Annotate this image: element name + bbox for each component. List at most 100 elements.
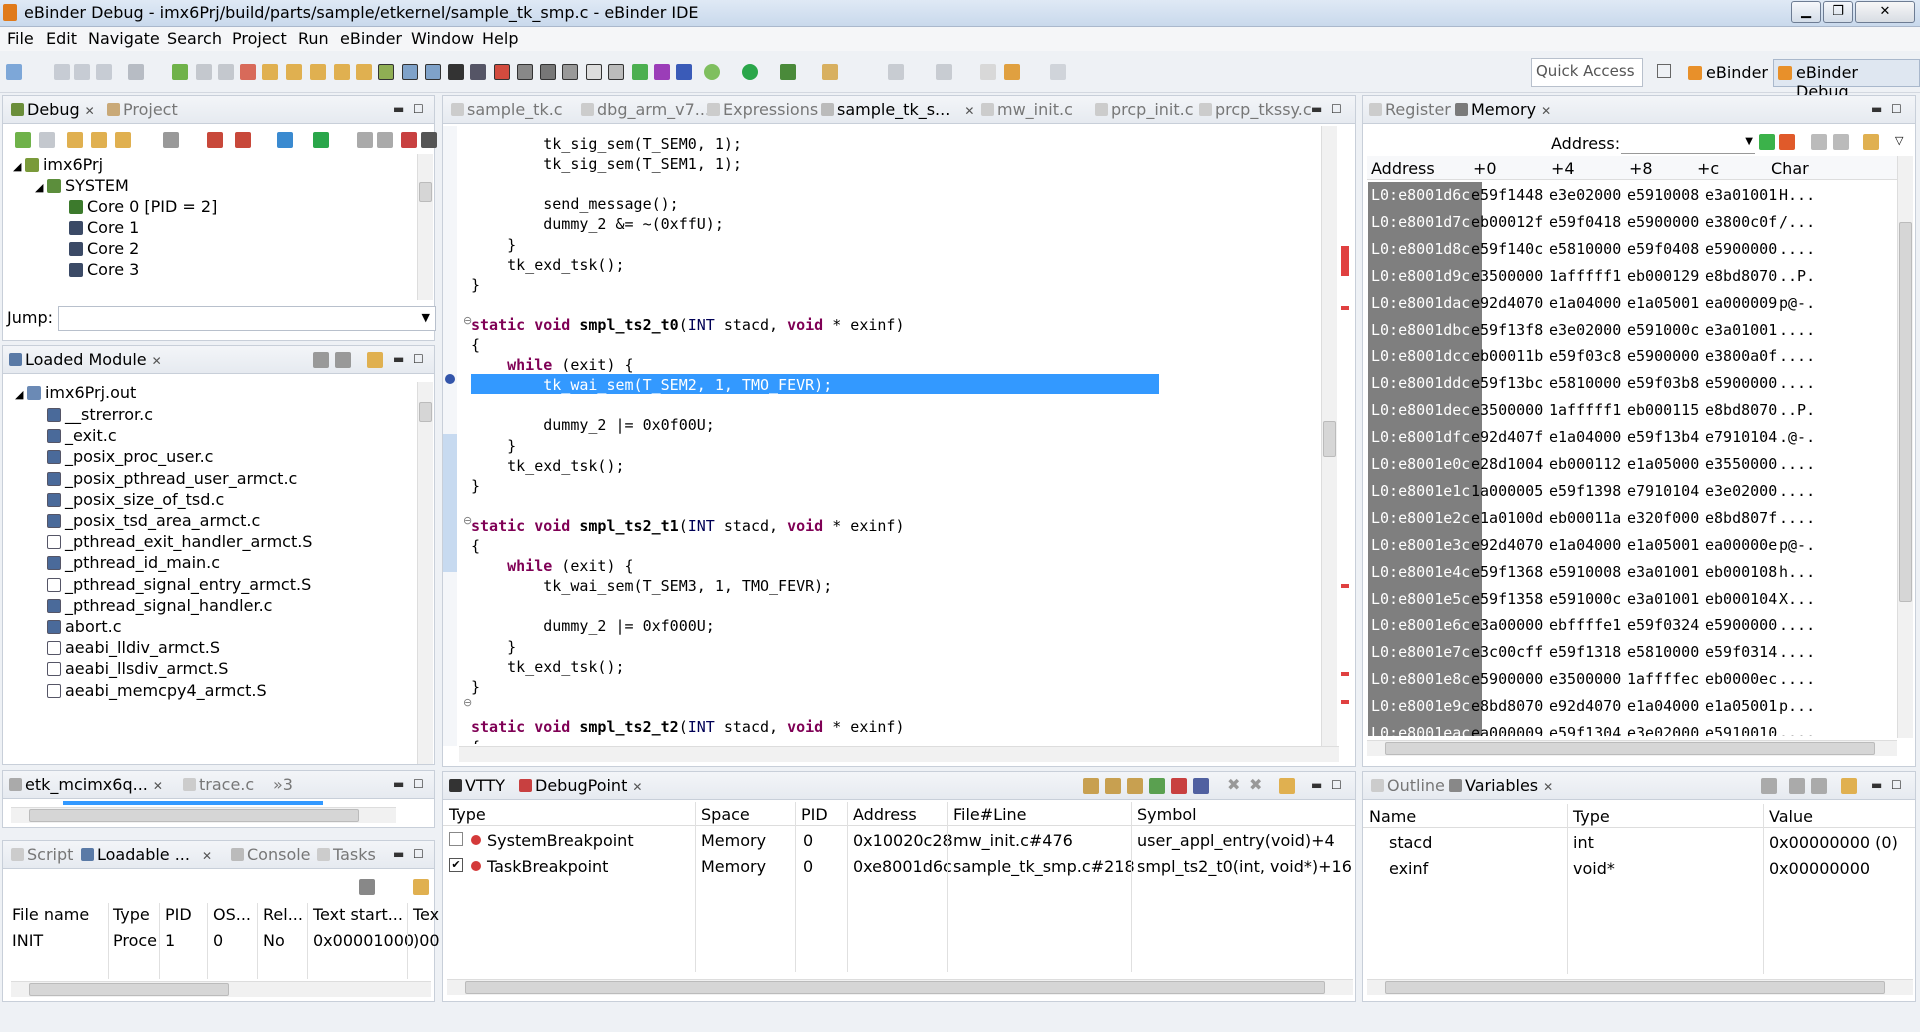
tab-expressions[interactable]: Expressions	[707, 100, 818, 119]
memory-value-cell[interactable]: H...	[1779, 186, 1815, 204]
tab-dbg-arm[interactable]: dbg_arm_v7...	[581, 100, 710, 119]
tab-loaded-module[interactable]: Loaded Module ✕	[9, 350, 162, 369]
menu-window[interactable]: Window	[411, 29, 474, 48]
memory-vscroll[interactable]	[1897, 156, 1913, 738]
tree-item-system[interactable]: ◢ SYSTEM	[35, 175, 129, 196]
memory-value-cell[interactable]: eb000115	[1627, 401, 1699, 419]
resume-icon[interactable]	[172, 64, 188, 80]
memory-value-cell[interactable]: e3c00cff	[1471, 643, 1543, 661]
debugpoint-hscroll[interactable]	[447, 979, 1353, 995]
col-char[interactable]: Char	[1771, 159, 1809, 178]
view-menu-icon[interactable]	[421, 132, 437, 148]
memory-value-cell[interactable]: e3e02000	[1549, 321, 1621, 339]
memory-value-cell[interactable]: ea000009	[1705, 294, 1777, 312]
next-annotation-icon[interactable]	[888, 64, 904, 80]
memory-value-cell[interactable]: ....	[1779, 240, 1815, 258]
memory-value-cell[interactable]: e7910104	[1627, 482, 1699, 500]
memory-value-cell[interactable]: e5900000	[1705, 616, 1777, 634]
memory-value-cell[interactable]: eb000112	[1549, 455, 1621, 473]
expression-view-icon[interactable]	[562, 64, 578, 80]
memory-value-cell[interactable]: e3e02000	[1705, 482, 1777, 500]
memory-value-cell[interactable]: 1afffff1	[1549, 401, 1621, 419]
col-type[interactable]: Type	[113, 905, 150, 924]
reset-icon[interactable]	[357, 132, 373, 148]
maximize-icon[interactable]: ☐	[413, 102, 424, 116]
col-plus0[interactable]: +0	[1473, 159, 1497, 178]
memory-value-cell[interactable]: e59f03c8	[1549, 347, 1621, 365]
maximize-icon[interactable]: ☐	[1331, 778, 1342, 792]
back-icon[interactable]	[1004, 64, 1020, 80]
menu-help[interactable]: Help	[482, 29, 518, 48]
suspend-icon[interactable]	[196, 64, 212, 80]
trace-view-icon[interactable]	[608, 64, 624, 80]
tree-item-source-file[interactable]: _pthread_signal_handler.c	[47, 595, 272, 616]
memory-value-cell[interactable]: p@-.	[1779, 536, 1815, 554]
connect-icon[interactable]	[277, 132, 293, 148]
loadable-hscroll[interactable]	[11, 981, 431, 997]
col-pid[interactable]: PID	[165, 905, 192, 924]
refresh-icon[interactable]	[1279, 778, 1295, 794]
editor-vscroll[interactable]	[1321, 126, 1337, 746]
memory-value-cell[interactable]: e92d4070	[1471, 536, 1543, 554]
tab-debug[interactable]: Debug ✕	[11, 100, 95, 119]
memory-value-cell[interactable]: e8bd8070	[1471, 697, 1543, 715]
add-task-breakpoint-icon[interactable]	[1105, 778, 1121, 794]
load-icon[interactable]	[359, 879, 375, 895]
tab-tasks[interactable]: Tasks	[317, 845, 376, 864]
memory-value-cell[interactable]: e1a04000	[1549, 428, 1621, 446]
memory-value-cell[interactable]: e3e02000	[1549, 186, 1621, 204]
minimize-icon[interactable]: ▬	[393, 102, 404, 116]
quick-access-field[interactable]: Quick Access	[1531, 58, 1643, 87]
memory-value-cell[interactable]: e1a0100d	[1471, 509, 1543, 527]
col-plus4[interactable]: +4	[1551, 159, 1575, 178]
last-edit-icon[interactable]	[980, 64, 996, 80]
tab-mw-init[interactable]: mw_init.c	[981, 100, 1073, 119]
memory-value-cell[interactable]: ....	[1779, 616, 1815, 634]
minimize-icon[interactable]: ▬	[1871, 778, 1882, 792]
memory-value-cell[interactable]: ea00000e	[1705, 536, 1777, 554]
tab-loadable[interactable]: Loadable ... ✕	[81, 845, 212, 864]
memory-hscroll[interactable]	[1367, 740, 1897, 756]
register-view-icon[interactable]	[540, 64, 556, 80]
memory-value-cell[interactable]: e59f1448	[1471, 186, 1543, 204]
close-button[interactable]: ✕	[1855, 1, 1915, 23]
overview-ruler-marker[interactable]	[1341, 246, 1349, 276]
minimize-icon[interactable]: ▬	[393, 352, 404, 366]
resume-icon[interactable]	[15, 132, 31, 148]
memory-value-cell[interactable]: e3550000	[1705, 455, 1777, 473]
memory-value-cell[interactable]: ....	[1779, 509, 1815, 527]
tree-item-core0[interactable]: Core 0 [PID = 2]	[69, 196, 217, 217]
more-tabs[interactable]: »3	[273, 775, 293, 794]
memory-value-cell[interactable]: p@-.	[1779, 294, 1815, 312]
memory-value-cell[interactable]: e591000c	[1549, 590, 1621, 608]
variables-hscroll[interactable]	[1367, 979, 1913, 995]
refresh-icon[interactable]	[1863, 134, 1879, 150]
memory-value-cell[interactable]: e59f0418	[1549, 213, 1621, 231]
tab-script[interactable]: Script	[11, 845, 73, 864]
memory-value-cell[interactable]: e5900000	[1471, 670, 1543, 688]
remove-all-icon[interactable]	[235, 132, 251, 148]
menu-project[interactable]: Project	[232, 29, 287, 48]
memory-value-cell[interactable]: e59f1398	[1549, 482, 1621, 500]
expand-icon[interactable]	[335, 352, 351, 368]
tab-memory[interactable]: Memory ✕	[1455, 100, 1551, 119]
col-plus8[interactable]: +8	[1629, 159, 1653, 178]
terminate-icon[interactable]	[218, 64, 234, 80]
monitor-view-icon[interactable]	[470, 64, 486, 80]
col-symbol[interactable]: Symbol	[1137, 805, 1197, 824]
col-file-name[interactable]: File name	[12, 905, 89, 924]
disconnect-icon[interactable]	[240, 64, 256, 80]
sqrt-view-icon[interactable]	[586, 64, 602, 80]
memory-value-cell[interactable]: e1a05001	[1705, 697, 1777, 715]
suspend-icon[interactable]	[39, 132, 55, 148]
memory-value-cell[interactable]: e3500000	[1549, 670, 1621, 688]
terminal-icon[interactable]	[128, 64, 144, 80]
maximize-icon[interactable]: ☐	[1331, 102, 1342, 116]
memory-value-cell[interactable]: e3500000	[1471, 267, 1543, 285]
export-icon[interactable]	[1811, 778, 1827, 794]
sync-icon[interactable]	[367, 352, 383, 368]
memory-value-cell[interactable]: 1a000005	[1471, 482, 1543, 500]
step-over-icon[interactable]	[286, 64, 302, 80]
collapse-icon[interactable]	[313, 352, 329, 368]
col-os[interactable]: OS...	[213, 905, 251, 924]
